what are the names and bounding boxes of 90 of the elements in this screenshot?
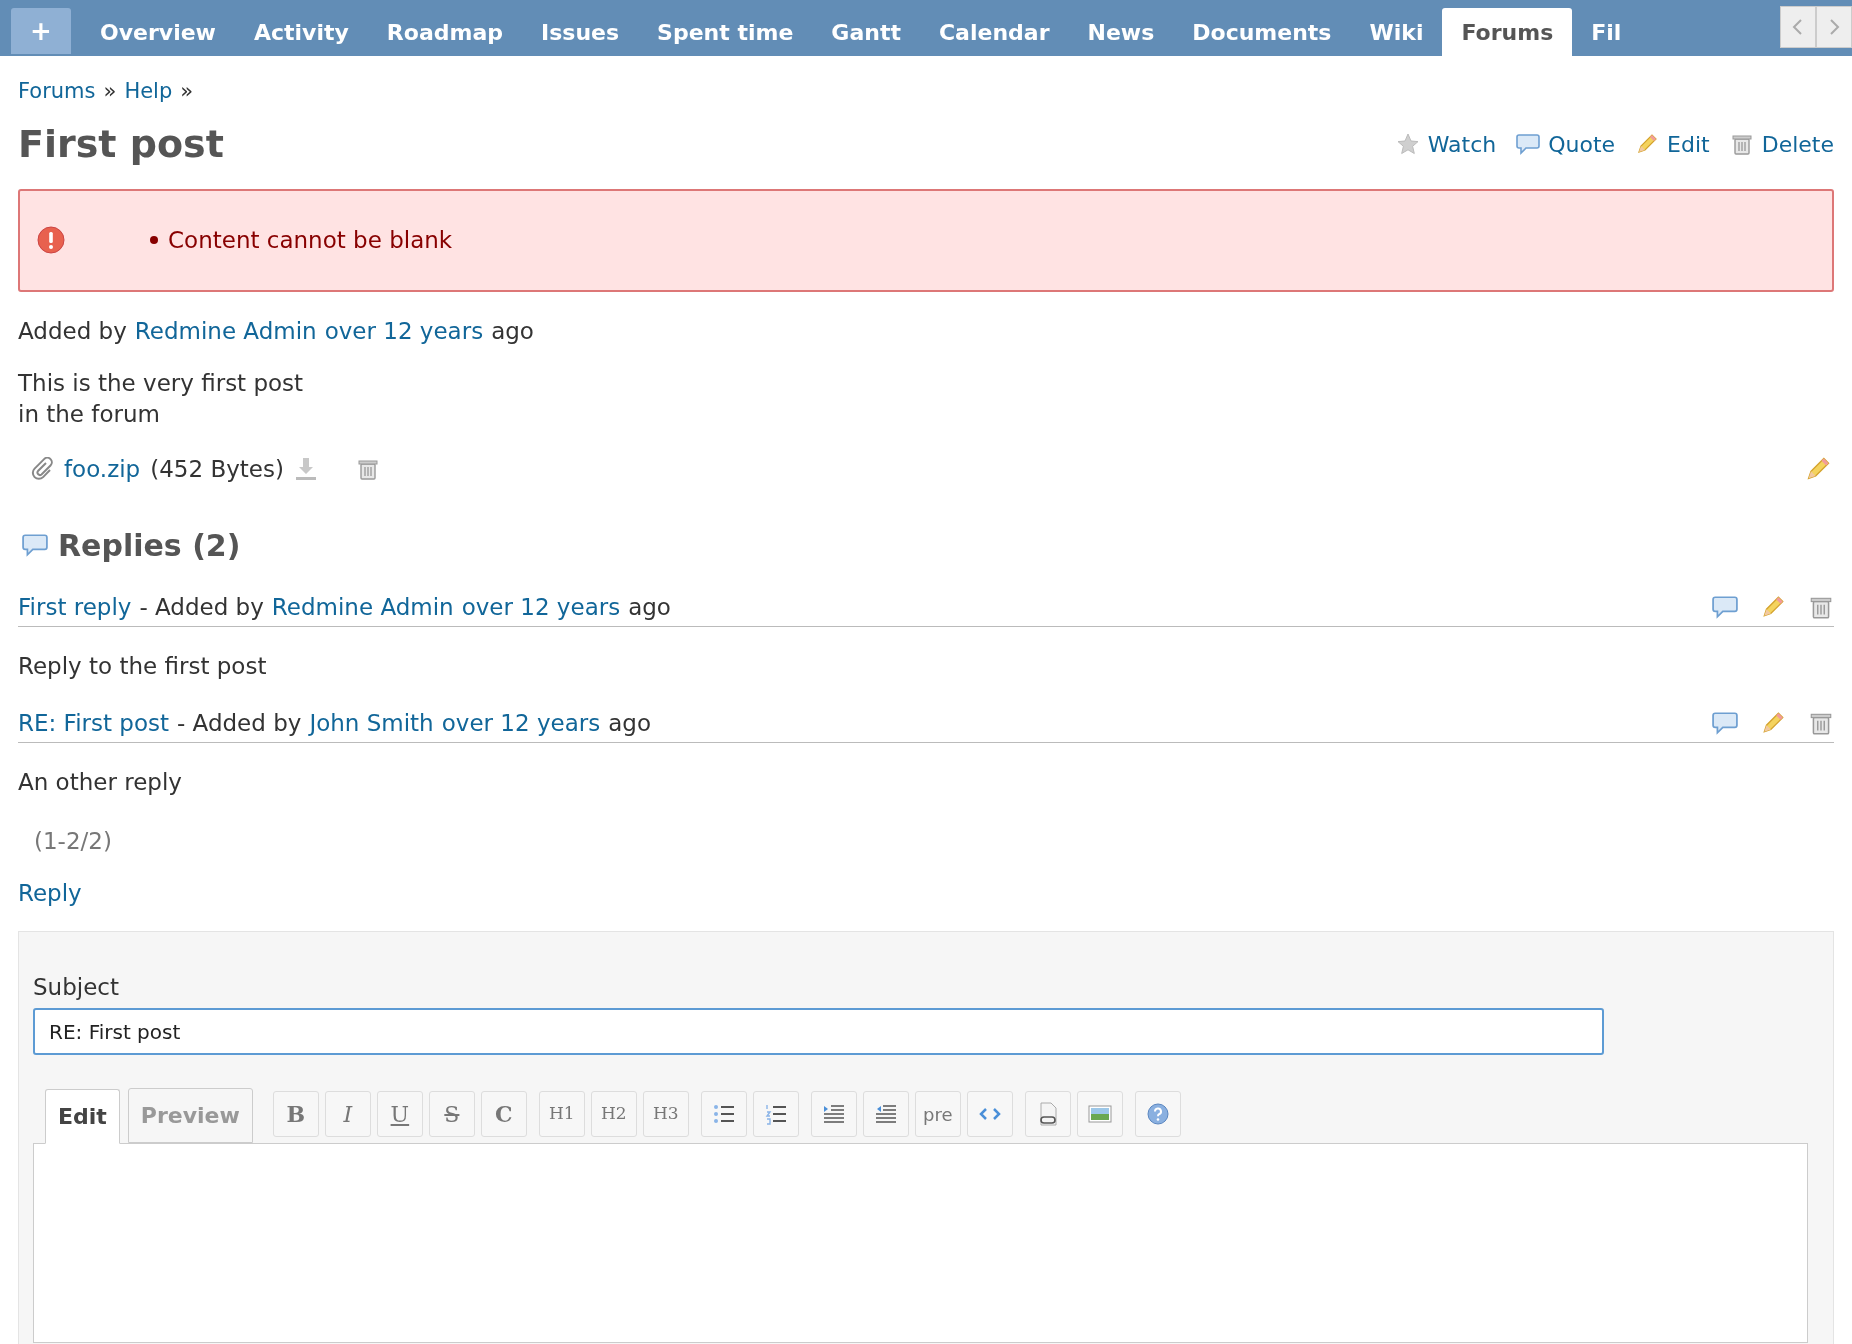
speech-bubble-icon: [22, 532, 48, 558]
speech-bubble-icon: [1516, 132, 1541, 156]
italic-button[interactable]: I: [324, 1091, 371, 1137]
attachment-link[interactable]: foo.zip: [64, 452, 141, 487]
breadcrumb-separator: »: [180, 78, 194, 105]
nav-tab[interactable]: Roadmap: [367, 8, 522, 56]
chevron-right-icon: [1828, 18, 1840, 36]
inline-code-button[interactable]: C: [480, 1091, 527, 1137]
indent-button[interactable]: [810, 1091, 857, 1137]
nav-tab[interactable]: Fil: [1572, 8, 1626, 56]
heading-button[interactable]: H3: [642, 1091, 689, 1137]
watch-link[interactable]: Watch: [1427, 127, 1497, 161]
breadcrumb-separator: »: [103, 78, 117, 105]
author-link[interactable]: Redmine Admin: [134, 313, 317, 348]
new-button[interactable]: +: [11, 8, 71, 54]
help-button[interactable]: [1134, 1091, 1181, 1137]
post-text: This is the very first post: [18, 369, 304, 398]
nav-tab[interactable]: Wiki: [1350, 8, 1443, 56]
breadcrumb-link[interactable]: Forums: [18, 76, 96, 108]
nav-tab[interactable]: Documents: [1173, 8, 1351, 56]
image-icon: [1087, 1102, 1112, 1126]
editor-tab[interactable]: Edit: [45, 1089, 120, 1144]
speech-bubble-icon[interactable]: [1712, 709, 1738, 736]
section-heading: Replies (2): [58, 526, 241, 565]
bulleted-list-button[interactable]: [700, 1091, 747, 1137]
bullet-icon: [150, 236, 158, 244]
nav-tab[interactable]: Issues: [522, 8, 639, 56]
bold-button[interactable]: B: [272, 1091, 319, 1137]
file-size: (452 Bytes): [150, 455, 284, 484]
indent-icon: [821, 1102, 846, 1126]
nav-tab[interactable]: Calendar: [919, 8, 1069, 56]
author-label: Added by: [18, 316, 127, 346]
star-icon: [1395, 132, 1420, 156]
breadcrumb-link[interactable]: Help: [124, 76, 173, 108]
chevron-left-icon: [1792, 18, 1804, 36]
reply-link[interactable]: Reply: [18, 876, 82, 911]
help-icon: [1145, 1102, 1170, 1126]
speech-bubble-icon[interactable]: [1712, 593, 1738, 620]
underline-button[interactable]: U: [376, 1091, 423, 1137]
post-text: in the forum: [18, 400, 160, 429]
scroll-right-button[interactable]: [1816, 6, 1852, 48]
age-suffix: ago: [491, 316, 534, 346]
pencil-icon[interactable]: [1760, 593, 1786, 620]
heading-button[interactable]: H1: [538, 1091, 585, 1137]
age-suffix: ago: [628, 592, 671, 622]
editor-tab[interactable]: Preview: [127, 1088, 253, 1143]
age-suffix: ago: [608, 708, 651, 738]
pencil-icon[interactable]: [1760, 709, 1786, 736]
delete-link[interactable]: Delete: [1761, 127, 1834, 161]
nav-tab[interactable]: Activity: [234, 8, 368, 56]
trash-icon[interactable]: [355, 457, 380, 482]
link-button[interactable]: [1024, 1091, 1071, 1137]
reply-text: An other reply: [18, 768, 182, 797]
error-text: Content cannot be blank: [168, 225, 453, 255]
outdent-button[interactable]: [862, 1091, 909, 1137]
nav-tab[interactable]: Gantt: [812, 8, 920, 56]
preformatted-button[interactable]: pre: [914, 1091, 961, 1137]
outdent-icon: [873, 1102, 898, 1126]
image-button[interactable]: [1076, 1091, 1123, 1137]
nav-tab[interactable]: Forums: [1442, 8, 1573, 56]
trash-icon: [1729, 132, 1754, 156]
quote-link[interactable]: Quote: [1548, 127, 1616, 161]
age-link[interactable]: over 12 years: [441, 705, 601, 740]
author-label: - Added by: [176, 708, 302, 738]
download-icon: [293, 456, 318, 483]
heading-button[interactable]: H2: [590, 1091, 637, 1137]
page-title: First post: [18, 120, 224, 168]
author-link[interactable]: Redmine Admin: [271, 589, 454, 624]
author-label: - Added by: [139, 592, 264, 622]
reply-subject-link[interactable]: RE: First post: [18, 705, 169, 740]
numbered-list-button[interactable]: [752, 1091, 799, 1137]
pagination-text: (1-2/2): [34, 826, 112, 856]
age-link[interactable]: over 12 years: [324, 313, 484, 348]
reply-text: Reply to the first post: [18, 652, 267, 681]
reply-subject-link[interactable]: First reply: [18, 589, 132, 624]
paperclip-icon: [30, 457, 54, 482]
age-link[interactable]: over 12 years: [461, 589, 621, 624]
author-link[interactable]: John Smith: [309, 705, 434, 740]
list-icon: [711, 1102, 736, 1126]
subject-input[interactable]: RE: First post: [33, 1008, 1604, 1055]
edit-link[interactable]: Edit: [1667, 127, 1710, 161]
nav-tab[interactable]: Overview: [81, 8, 235, 56]
code-block-button[interactable]: [966, 1091, 1013, 1137]
strikethrough-button[interactable]: S: [428, 1091, 475, 1137]
nav-tab[interactable]: News: [1068, 8, 1174, 56]
numbered-list-icon: [763, 1102, 788, 1126]
error-icon: [36, 225, 66, 255]
field-label: Subject: [33, 972, 119, 1002]
nav-tab[interactable]: Spent time: [638, 8, 813, 56]
scroll-left-button[interactable]: [1780, 6, 1816, 48]
